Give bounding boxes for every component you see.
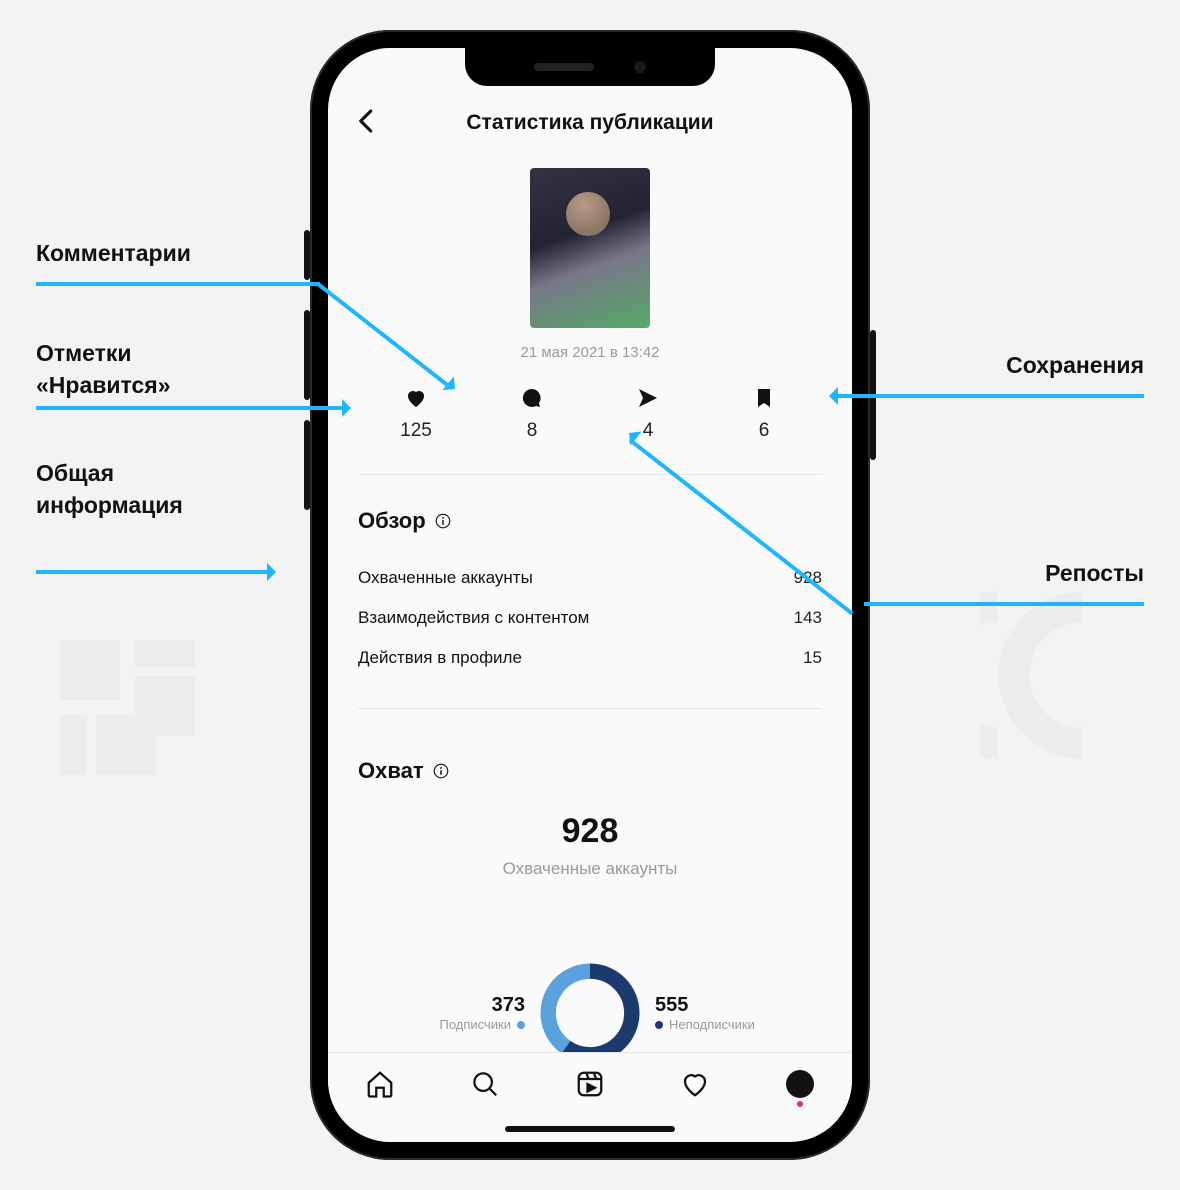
stats-row: 125 8 4 6 — [358, 386, 822, 475]
send-icon — [636, 386, 660, 410]
back-button[interactable] — [352, 106, 382, 136]
annotation-arrow — [36, 282, 320, 286]
row-label: Охваченные аккаунты — [358, 568, 533, 588]
phone-screen: Статистика публикации 21 мая 2021 в 13:4… — [328, 48, 852, 1142]
screen-header: Статистика публикации — [328, 98, 852, 148]
bottom-tabbar — [328, 1052, 852, 1114]
followers-value: 373 — [365, 994, 525, 1017]
tab-reels[interactable] — [573, 1067, 607, 1101]
tab-activity[interactable] — [678, 1067, 712, 1101]
reach-title: Охват — [358, 758, 424, 784]
stat-saves: 6 — [729, 386, 799, 442]
comment-icon — [520, 386, 544, 410]
annotation-likes-l2: «Нравится» — [36, 372, 171, 399]
annotation-general-l2: информация — [36, 492, 183, 519]
nonfollowers-label: Неподписчики — [669, 1017, 755, 1032]
annotation-arrow — [36, 406, 346, 410]
stat-comments: 8 — [497, 386, 567, 442]
volume-up-button — [304, 310, 310, 400]
annotation-likes-l1: Отметки — [36, 340, 132, 367]
phone-frame: Статистика публикации 21 мая 2021 в 13:4… — [310, 30, 870, 1160]
heart-icon — [404, 386, 428, 410]
overview-row[interactable]: Действия в профиле 15 — [358, 638, 822, 678]
annotation-arrow — [864, 602, 1144, 606]
row-label: Действия в профиле — [358, 648, 522, 668]
saves-value: 6 — [759, 420, 770, 442]
row-value: 15 — [803, 648, 822, 668]
comments-value: 8 — [527, 420, 538, 442]
likes-value: 125 — [400, 420, 432, 442]
tab-profile[interactable] — [783, 1067, 817, 1101]
watermark-shape — [60, 640, 210, 790]
overview-row[interactable]: Взаимодействия с контентом 143 — [358, 598, 822, 638]
tab-search[interactable] — [468, 1067, 502, 1101]
overview-row[interactable]: Охваченные аккаунты 928 — [358, 558, 822, 598]
tab-home[interactable] — [363, 1067, 397, 1101]
row-value: 143 — [794, 608, 822, 628]
annotation-saves: Сохранения — [1006, 352, 1144, 379]
info-icon[interactable] — [432, 762, 450, 780]
annotation-reposts: Репосты — [1045, 560, 1144, 587]
legend-dot-nonfollowers — [655, 1021, 663, 1029]
home-indicator[interactable] — [505, 1126, 675, 1132]
overview-title: Обзор — [358, 508, 426, 534]
watermark-shape — [980, 590, 1150, 760]
reach-section: Охват 928 Охваченные аккаунты — [358, 758, 822, 879]
reach-label: Охваченные аккаунты — [358, 859, 822, 879]
annotation-arrow — [834, 394, 1144, 398]
annotation-arrow — [36, 570, 271, 574]
notch — [465, 48, 715, 86]
legend-dot-followers — [517, 1021, 525, 1029]
post-thumbnail[interactable] — [530, 168, 650, 328]
reach-value: 928 — [358, 812, 822, 851]
annotation-general-l1: Общая — [36, 460, 114, 487]
notification-dot — [797, 1101, 803, 1107]
row-label: Взаимодействия с контентом — [358, 608, 589, 628]
page-title: Статистика публикации — [466, 111, 713, 135]
followers-label: Подписчики — [439, 1017, 511, 1032]
mute-switch — [304, 230, 310, 280]
shares-value: 4 — [643, 420, 654, 442]
nonfollowers-value: 555 — [655, 994, 815, 1017]
stat-likes: 125 — [381, 386, 451, 442]
info-icon[interactable] — [434, 512, 452, 530]
bookmark-icon — [752, 386, 776, 410]
annotation-comments: Комментарии — [36, 240, 191, 267]
volume-down-button — [304, 420, 310, 510]
